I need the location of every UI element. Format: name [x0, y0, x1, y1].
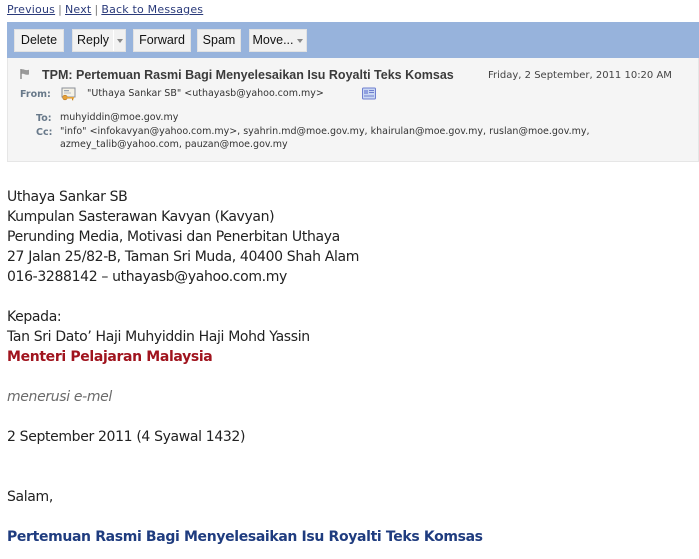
contact-key-icon	[61, 87, 76, 101]
move-dropdown-arrow	[294, 30, 306, 51]
message-subject: TPM: Pertemuan Rasmi Bagi Menyelesaikan …	[42, 68, 454, 82]
greeting: Salam,	[7, 489, 53, 505]
delivery-method: menerusi e-mel	[7, 389, 112, 405]
from-label: From:	[20, 89, 51, 100]
cc-addresses-line-1[interactable]: "info" <infokavyan@yahoo.com.my>, syahri…	[60, 126, 590, 137]
to-address[interactable]: muhyiddin@moe.gov.my	[60, 112, 178, 123]
sender-contact: 016-3288142 – uthayasb@yahoo.com.my	[7, 269, 287, 285]
from-address[interactable]: "Uthaya Sankar SB" <uthayasb@yahoo.com.m…	[87, 88, 324, 99]
back-to-messages-link[interactable]: Back to Messages	[101, 3, 203, 16]
add-contact-card-icon[interactable]	[362, 87, 376, 100]
chevron-down-icon	[117, 39, 123, 43]
chevron-down-icon	[297, 39, 303, 43]
cc-label: Cc:	[36, 127, 53, 138]
message-header: TPM: Pertemuan Rasmi Bagi Menyelesaikan …	[7, 58, 699, 162]
sender-organization: Kumpulan Sasterawan Kavyan (Kavyan)	[7, 209, 275, 225]
reply-split-button: Reply	[72, 29, 126, 52]
recipient-name: Tan Sri Dato’ Haji Muhyiddin Haji Mohd Y…	[7, 329, 310, 345]
message-date: Friday, 2 September, 2011 10:20 AM	[488, 70, 672, 81]
cc-addresses-line-2[interactable]: azmey_talib@yahoo.com, pauzan@moe.gov.my	[60, 139, 288, 150]
move-button-label: Move...	[252, 33, 294, 47]
letter-title: Pertemuan Rasmi Bagi Menyelesaikan Isu R…	[7, 529, 483, 545]
reply-button[interactable]: Reply	[73, 30, 113, 51]
flag-icon[interactable]	[19, 68, 31, 80]
message-navigation: Previous | Next | Back to Messages	[7, 3, 203, 16]
recipient-heading: Kepada:	[7, 309, 62, 325]
previous-link[interactable]: Previous	[7, 3, 55, 16]
to-label: To:	[36, 113, 52, 124]
next-link[interactable]: Next	[65, 3, 91, 16]
sender-address: 27 Jalan 25/82-B, Taman Sri Muda, 40400 …	[7, 249, 360, 265]
sender-name: Uthaya Sankar SB	[7, 189, 128, 205]
sender-company: Perunding Media, Motivasi dan Penerbitan…	[7, 229, 340, 245]
letter-date: 2 September 2011 (4 Syawal 1432)	[7, 429, 246, 445]
reply-options-dropdown[interactable]	[113, 30, 125, 51]
forward-button[interactable]: Forward	[133, 29, 191, 52]
nav-separator: |	[94, 3, 99, 16]
move-dropdown[interactable]: Move...	[249, 29, 307, 52]
delete-button[interactable]: Delete	[14, 29, 64, 52]
message-toolbar: Delete Reply Forward Spam Move...	[7, 22, 699, 58]
nav-separator: |	[58, 3, 62, 16]
recipient-title: Menteri Pelajaran Malaysia	[7, 349, 213, 365]
spam-button[interactable]: Spam	[197, 29, 241, 52]
